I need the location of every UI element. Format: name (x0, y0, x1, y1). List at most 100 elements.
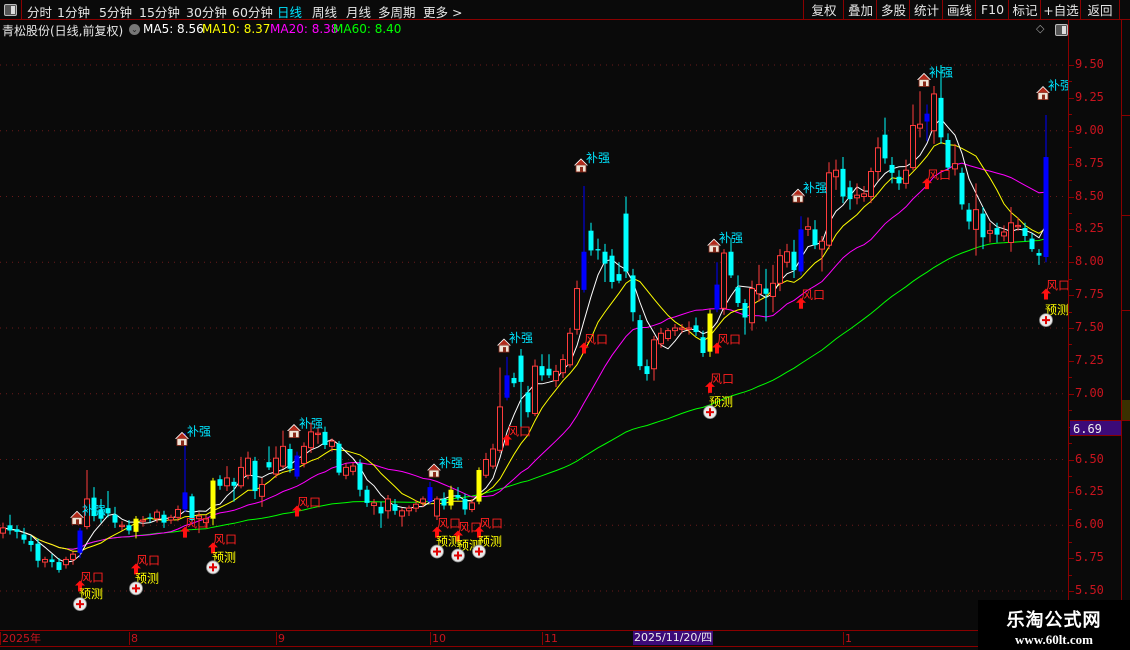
period-monthly[interactable]: 月线 (346, 2, 371, 21)
candle-body (1001, 231, 1007, 237)
side-tab[interactable] (1122, 115, 1130, 216)
ma5-value: MA5: 8.56 (143, 22, 204, 36)
candle-body (938, 97, 944, 138)
price-tick-label: 8.50 (1075, 188, 1104, 203)
house-door (76, 519, 79, 525)
price-tick-label: 5.75 (1075, 550, 1104, 565)
multi-stock-button[interactable]: 多股 (876, 0, 910, 19)
candle (231, 477, 237, 502)
candle-body (840, 168, 846, 197)
diamond-icon[interactable]: ◇ (1036, 22, 1044, 35)
f10-button[interactable]: F10 (975, 0, 1009, 19)
plus-circle-icon (472, 544, 486, 559)
panel-split-icon[interactable] (1055, 24, 1068, 36)
price-tick (1069, 508, 1072, 510)
candle (966, 203, 972, 230)
plus-circle-icon (430, 544, 444, 559)
yu-ce-signal: 预测 (703, 395, 733, 420)
candle-body (42, 558, 48, 563)
yu-ce-signal: 预测 (73, 587, 103, 612)
candle (42, 556, 48, 568)
candle-body (7, 525, 13, 531)
candle-body (504, 375, 510, 398)
candle-body (826, 172, 832, 246)
candle-body (441, 498, 447, 506)
candle-body (133, 518, 139, 532)
period-daily[interactable]: 日线 (277, 2, 302, 21)
candle (280, 430, 286, 469)
side-tab[interactable] (1122, 20, 1130, 116)
candle-body (616, 274, 622, 281)
candle-body (749, 288, 755, 324)
price-tick (1069, 114, 1072, 116)
price-tick-label: 5.50 (1075, 583, 1104, 597)
ma10-line (2, 142, 1047, 552)
candle-body (679, 327, 685, 330)
feng-kou-signal: 风口 (292, 496, 321, 517)
candle-body (490, 448, 496, 467)
restore-rights-button[interactable]: 复权 (803, 0, 844, 19)
candle (875, 137, 881, 181)
candle-body (847, 187, 853, 200)
candle (770, 264, 776, 313)
price-tick (1069, 541, 1072, 543)
candle (665, 328, 671, 342)
candle-body (511, 377, 517, 384)
side-tab-active[interactable] (1122, 400, 1130, 421)
ma60-line (2, 238, 1047, 550)
feng-kou-label: 风口 (213, 532, 237, 546)
candle-body (112, 514, 118, 523)
candle (805, 217, 811, 236)
statistics-button[interactable]: 统计 (909, 0, 943, 19)
period-15min[interactable]: 15分钟 (139, 2, 180, 21)
candle-body (476, 470, 482, 502)
period-fenshi[interactable]: 分时 (27, 2, 52, 21)
candle (707, 309, 713, 357)
candle-body (665, 330, 671, 340)
candle (987, 222, 993, 243)
period-60min[interactable]: 60分钟 (232, 2, 273, 21)
candle (504, 356, 510, 401)
add-watchlist-button[interactable]: +自选 (1040, 0, 1081, 19)
candle (931, 86, 937, 144)
candle (490, 443, 496, 469)
period-1min[interactable]: 1分钟 (57, 2, 90, 21)
house-door (503, 347, 506, 353)
panel-toggle-button[interactable] (0, 0, 22, 19)
candle-body (770, 282, 776, 297)
back-button[interactable]: 返回 (1080, 0, 1120, 19)
period-more[interactable]: 更多 > (423, 2, 462, 21)
period-5min[interactable]: 5分钟 (99, 2, 132, 21)
chevron-down-icon[interactable]: ⌄ (129, 24, 140, 35)
candle-body (539, 366, 545, 376)
yu-ce-signal: 预测 (1039, 303, 1068, 328)
candle (574, 280, 580, 335)
candle-body (868, 171, 874, 197)
price-tick-label: 7.25 (1075, 352, 1104, 367)
candle (973, 183, 979, 256)
candle (322, 426, 328, 449)
price-tick-label: 7.00 (1075, 385, 1104, 400)
mark-button[interactable]: 标记 (1008, 0, 1041, 19)
house-door (293, 432, 296, 438)
side-tab[interactable] (1122, 215, 1130, 311)
overlay-button[interactable]: 叠加 (843, 0, 877, 19)
candle-body (343, 466, 349, 476)
candle (224, 466, 230, 492)
period-weekly[interactable]: 周线 (312, 2, 337, 21)
candle-body (28, 541, 34, 545)
candle (532, 359, 538, 417)
candle (1036, 249, 1042, 265)
price-tick (1069, 558, 1074, 560)
period-multi[interactable]: 多周期 (378, 2, 416, 21)
candlestick-chart[interactable]: 补强补强补强补强补强补强补强补强补强补强风口风口风口风口风口风口风口风口风口风口… (0, 38, 1068, 630)
ma60-value: MA60: 8.40 (333, 22, 402, 36)
price-tick (1069, 245, 1072, 247)
side-tab[interactable] (1122, 310, 1130, 401)
bu-qiang-label: 补强 (719, 231, 743, 245)
candle-body (182, 492, 188, 510)
period-30min[interactable]: 30分钟 (186, 2, 227, 21)
feng-kou-signal: 风口 (1041, 279, 1068, 300)
right-side-tabs[interactable] (1121, 20, 1130, 631)
draw-line-button[interactable]: 画线 (942, 0, 976, 19)
